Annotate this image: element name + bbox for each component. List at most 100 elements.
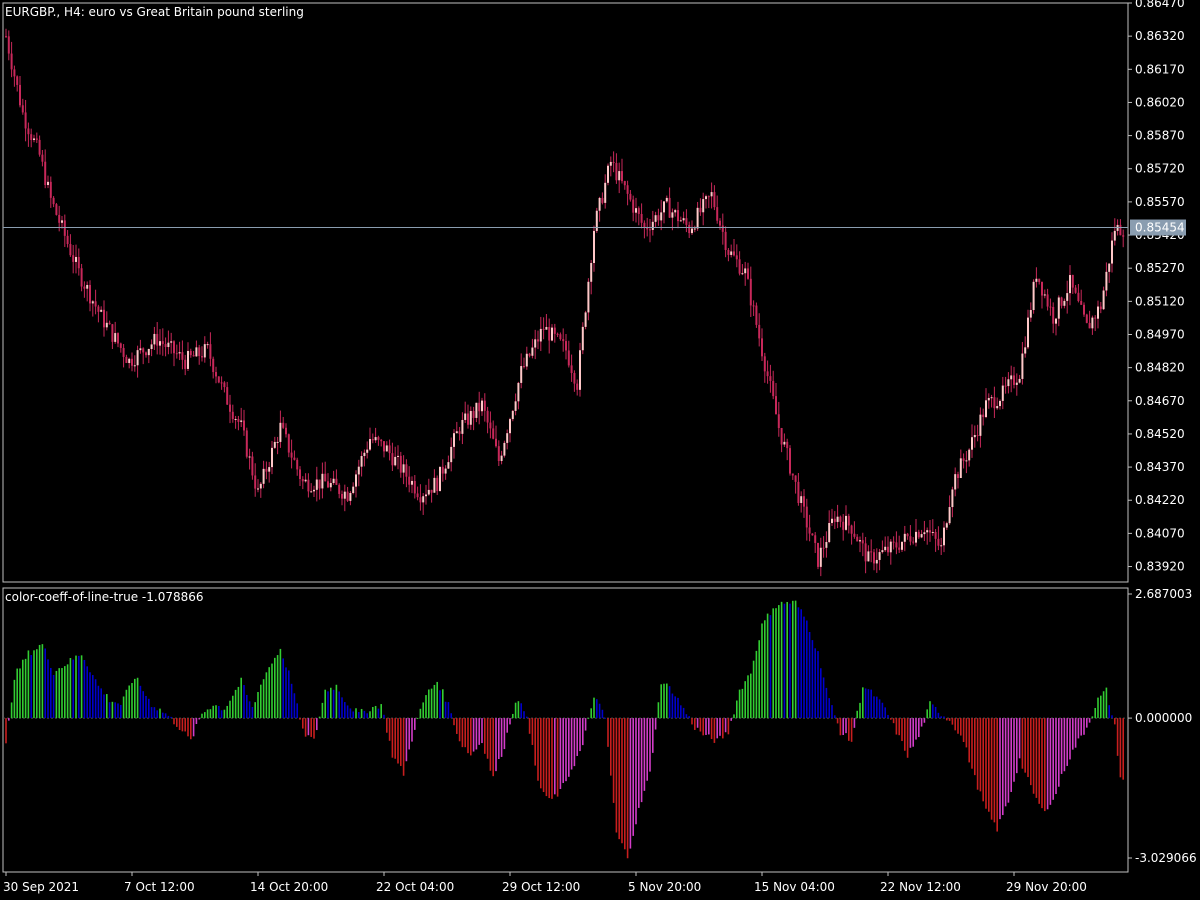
histogram-bar[interactable] bbox=[506, 718, 508, 733]
histogram-bar[interactable] bbox=[523, 711, 525, 719]
histogram-bar[interactable] bbox=[724, 718, 727, 733]
histogram-bar[interactable] bbox=[680, 705, 682, 719]
histogram-bar[interactable] bbox=[75, 655, 77, 719]
histogram-bar[interactable] bbox=[453, 718, 455, 726]
histogram-bar[interactable] bbox=[674, 696, 676, 719]
histogram-bar[interactable] bbox=[162, 712, 164, 719]
histogram-bar[interactable] bbox=[254, 702, 256, 719]
histogram-bar[interactable] bbox=[201, 713, 203, 719]
histogram-bar[interactable] bbox=[475, 718, 478, 750]
histogram-bar[interactable] bbox=[234, 689, 237, 719]
histogram-bar[interactable] bbox=[430, 688, 433, 719]
histogram-bar[interactable] bbox=[335, 684, 338, 719]
histogram-bar[interactable] bbox=[1086, 718, 1088, 728]
histogram-bar[interactable] bbox=[750, 673, 752, 719]
histogram-bar[interactable] bbox=[652, 718, 654, 753]
histogram-bar[interactable] bbox=[876, 696, 878, 719]
histogram-bar[interactable] bbox=[761, 623, 763, 719]
histogram-bar[interactable] bbox=[80, 655, 83, 719]
histogram-bar[interactable] bbox=[428, 689, 430, 719]
histogram-bar[interactable] bbox=[618, 718, 620, 840]
histogram-bar[interactable] bbox=[136, 677, 139, 719]
histogram-bar[interactable] bbox=[220, 710, 223, 719]
histogram-bar[interactable] bbox=[990, 718, 993, 820]
histogram-bar[interactable] bbox=[192, 718, 195, 737]
histogram-bar[interactable] bbox=[856, 710, 858, 719]
histogram-bar[interactable] bbox=[268, 667, 270, 719]
candle[interactable] bbox=[817, 542, 819, 570]
histogram-bar[interactable] bbox=[467, 718, 469, 754]
trading-chart[interactable]: 0.86470 0.86320 0.86170 0.86020 0.85870 0.857… bbox=[0, 0, 1200, 900]
histogram-bar[interactable] bbox=[671, 693, 674, 719]
histogram-bar[interactable] bbox=[534, 718, 536, 766]
histogram-bar[interactable] bbox=[338, 691, 340, 719]
histogram-bar[interactable] bbox=[447, 702, 450, 719]
histogram-bar[interactable] bbox=[803, 616, 805, 719]
histogram-bar[interactable] bbox=[621, 718, 623, 844]
histogram-bar[interactable] bbox=[464, 718, 466, 748]
histogram-bar[interactable] bbox=[982, 718, 984, 802]
candle[interactable] bbox=[789, 445, 791, 476]
histogram-bar[interactable] bbox=[372, 706, 374, 719]
histogram-bar[interactable] bbox=[313, 718, 315, 739]
histogram-bar[interactable] bbox=[148, 698, 150, 719]
histogram-bar[interactable] bbox=[716, 718, 718, 739]
histogram-bar[interactable] bbox=[937, 712, 940, 719]
histogram-bar[interactable] bbox=[66, 664, 69, 719]
histogram-bar[interactable] bbox=[705, 718, 707, 735]
histogram-bar[interactable] bbox=[836, 718, 839, 724]
histogram-bar[interactable] bbox=[1102, 691, 1105, 719]
histogram-bar[interactable] bbox=[971, 718, 973, 769]
histogram-bar[interactable] bbox=[682, 707, 685, 719]
histogram-bar[interactable] bbox=[713, 718, 716, 743]
histogram-bar[interactable] bbox=[570, 718, 573, 770]
histogram-bar[interactable] bbox=[391, 718, 394, 758]
histogram-bar[interactable] bbox=[419, 708, 422, 719]
histogram-bar[interactable] bbox=[948, 718, 951, 721]
histogram-bar[interactable] bbox=[380, 704, 382, 719]
histogram-bar[interactable] bbox=[1004, 718, 1007, 807]
histogram-bar[interactable] bbox=[822, 677, 825, 719]
histogram-bar[interactable] bbox=[103, 694, 105, 719]
histogram-bar[interactable] bbox=[892, 718, 895, 724]
histogram-bar[interactable] bbox=[688, 716, 690, 719]
histogram-bar[interactable] bbox=[901, 718, 903, 742]
histogram-bar[interactable] bbox=[232, 695, 234, 719]
histogram-bar[interactable] bbox=[55, 670, 58, 719]
histogram-bar[interactable] bbox=[122, 696, 125, 719]
histogram-bar[interactable] bbox=[1116, 718, 1119, 756]
histogram-bar[interactable] bbox=[481, 718, 483, 744]
histogram-bar[interactable] bbox=[1032, 718, 1035, 794]
histogram-bar[interactable] bbox=[332, 689, 335, 719]
histogram-bar[interactable] bbox=[568, 718, 570, 777]
histogram-bar[interactable] bbox=[526, 716, 528, 719]
histogram-bar[interactable] bbox=[302, 718, 304, 729]
histogram-bar[interactable] bbox=[394, 718, 396, 759]
histogram-bar[interactable] bbox=[218, 705, 220, 719]
histogram-bar[interactable] bbox=[1108, 705, 1110, 719]
histogram-bar[interactable] bbox=[489, 718, 492, 771]
histogram-bar[interactable] bbox=[1016, 718, 1018, 774]
histogram-bar[interactable] bbox=[408, 718, 410, 750]
histogram-bar[interactable] bbox=[52, 674, 55, 719]
histogram-bar[interactable] bbox=[50, 667, 52, 719]
histogram-bar[interactable] bbox=[310, 718, 312, 737]
histogram-bar[interactable] bbox=[579, 718, 581, 752]
histogram-bar[interactable] bbox=[290, 683, 293, 719]
histogram-bar[interactable] bbox=[965, 718, 968, 748]
histogram-bar[interactable] bbox=[316, 718, 318, 731]
histogram-bar[interactable] bbox=[5, 718, 7, 744]
histogram-bar[interactable] bbox=[374, 705, 377, 719]
histogram-bar[interactable] bbox=[988, 718, 990, 812]
candle[interactable] bbox=[55, 202, 58, 216]
histogram-bar[interactable] bbox=[341, 697, 343, 719]
histogram-bar[interactable] bbox=[271, 663, 273, 719]
histogram-bar[interactable] bbox=[19, 668, 21, 719]
histogram-bar[interactable] bbox=[923, 718, 926, 723]
histogram-bar[interactable] bbox=[629, 718, 632, 849]
histogram-bar[interactable] bbox=[209, 709, 212, 719]
histogram-bar[interactable] bbox=[293, 693, 296, 719]
candle[interactable] bbox=[1085, 313, 1088, 324]
histogram-bar[interactable] bbox=[934, 706, 937, 719]
histogram-bar[interactable] bbox=[542, 718, 545, 793]
